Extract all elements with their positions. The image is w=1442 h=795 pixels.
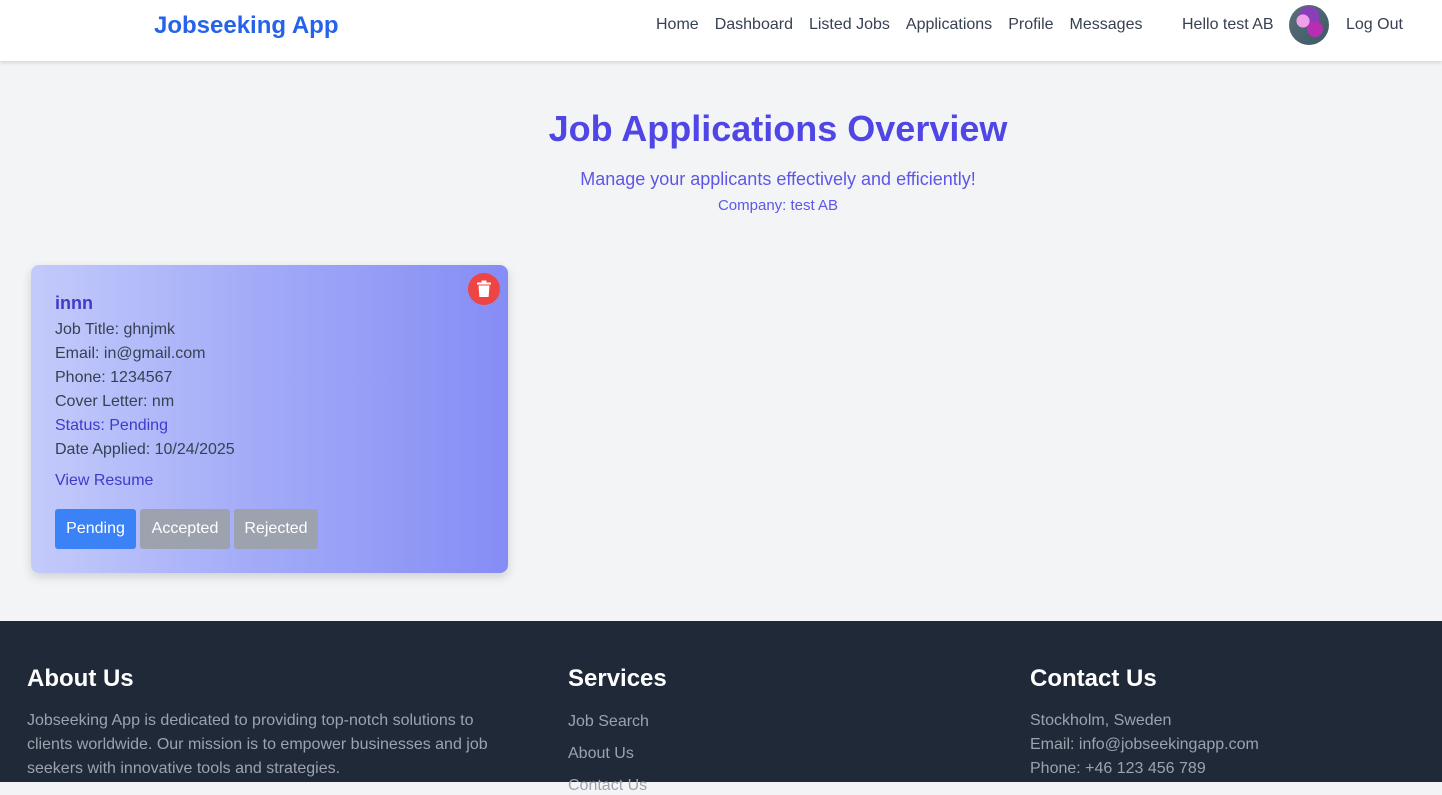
nav-listed-jobs[interactable]: Listed Jobs <box>809 16 890 34</box>
delete-button[interactable] <box>468 273 500 305</box>
navbar: Jobseeking App Home Dashboard Listed Job… <box>0 0 1442 61</box>
footer-about-line1: Jobseeking App is dedicated to providing… <box>27 712 474 729</box>
nav-links: Home Dashboard Listed Jobs Applications … <box>656 16 1142 34</box>
footer-contact-email: Email: info@jobseekingapp.com <box>1030 736 1259 753</box>
footer-about-line3: seekers with innovative tools and strate… <box>27 760 341 777</box>
rejected-button[interactable]: Rejected <box>234 509 318 549</box>
page-subtitle: Manage your applicants effectively and e… <box>580 169 976 189</box>
footer-link-about-us[interactable]: About Us <box>568 745 634 763</box>
brand-logo[interactable]: Jobseeking App <box>154 12 338 40</box>
accepted-button[interactable]: Accepted <box>140 509 230 549</box>
footer-link-contact-us[interactable]: Contact Us <box>568 777 647 795</box>
footer-about-title: About Us <box>27 665 134 692</box>
applicant-name: innn <box>55 293 93 313</box>
applicant-phone: Phone: 1234567 <box>55 369 173 386</box>
trash-icon <box>477 280 491 297</box>
footer: About Us Jobseeking App is dedicated to … <box>0 621 1442 794</box>
user-greeting: Hello test AB <box>1182 16 1274 33</box>
date-applied: Date Applied: 10/24/2025 <box>55 441 235 458</box>
footer-contact-location: Stockholm, Sweden <box>1030 712 1172 729</box>
logout-button[interactable]: Log Out <box>1346 16 1403 34</box>
footer-contact-title: Contact Us <box>1030 665 1157 692</box>
nav-dashboard[interactable]: Dashboard <box>715 16 793 34</box>
footer-contact-phone: Phone: +46 123 456 789 <box>1030 760 1206 777</box>
nav-profile[interactable]: Profile <box>1008 16 1053 34</box>
applicant-email: Email: in@gmail.com <box>55 345 206 362</box>
job-title: Job Title: ghnjmk <box>55 321 176 338</box>
cover-letter: Cover Letter: nm <box>55 393 175 410</box>
footer-about-line2: clients worldwide. Our mission is to emp… <box>27 736 488 753</box>
nav-home[interactable]: Home <box>656 16 699 34</box>
view-resume-link[interactable]: View Resume <box>55 472 153 490</box>
application-card: innn Job Title: ghnjmk Email: in@gmail.c… <box>31 265 508 573</box>
nav-messages[interactable]: Messages <box>1070 16 1143 34</box>
avatar[interactable] <box>1289 5 1329 45</box>
company-label: Company: test AB <box>717 197 839 214</box>
page-title: Job Applications Overview <box>548 108 1008 149</box>
footer-services-title: Services <box>568 665 667 692</box>
nav-applications[interactable]: Applications <box>906 16 992 34</box>
status-label: Status: Pending <box>55 417 168 434</box>
footer-link-job-search[interactable]: Job Search <box>568 713 649 731</box>
pending-button[interactable]: Pending <box>55 509 136 549</box>
